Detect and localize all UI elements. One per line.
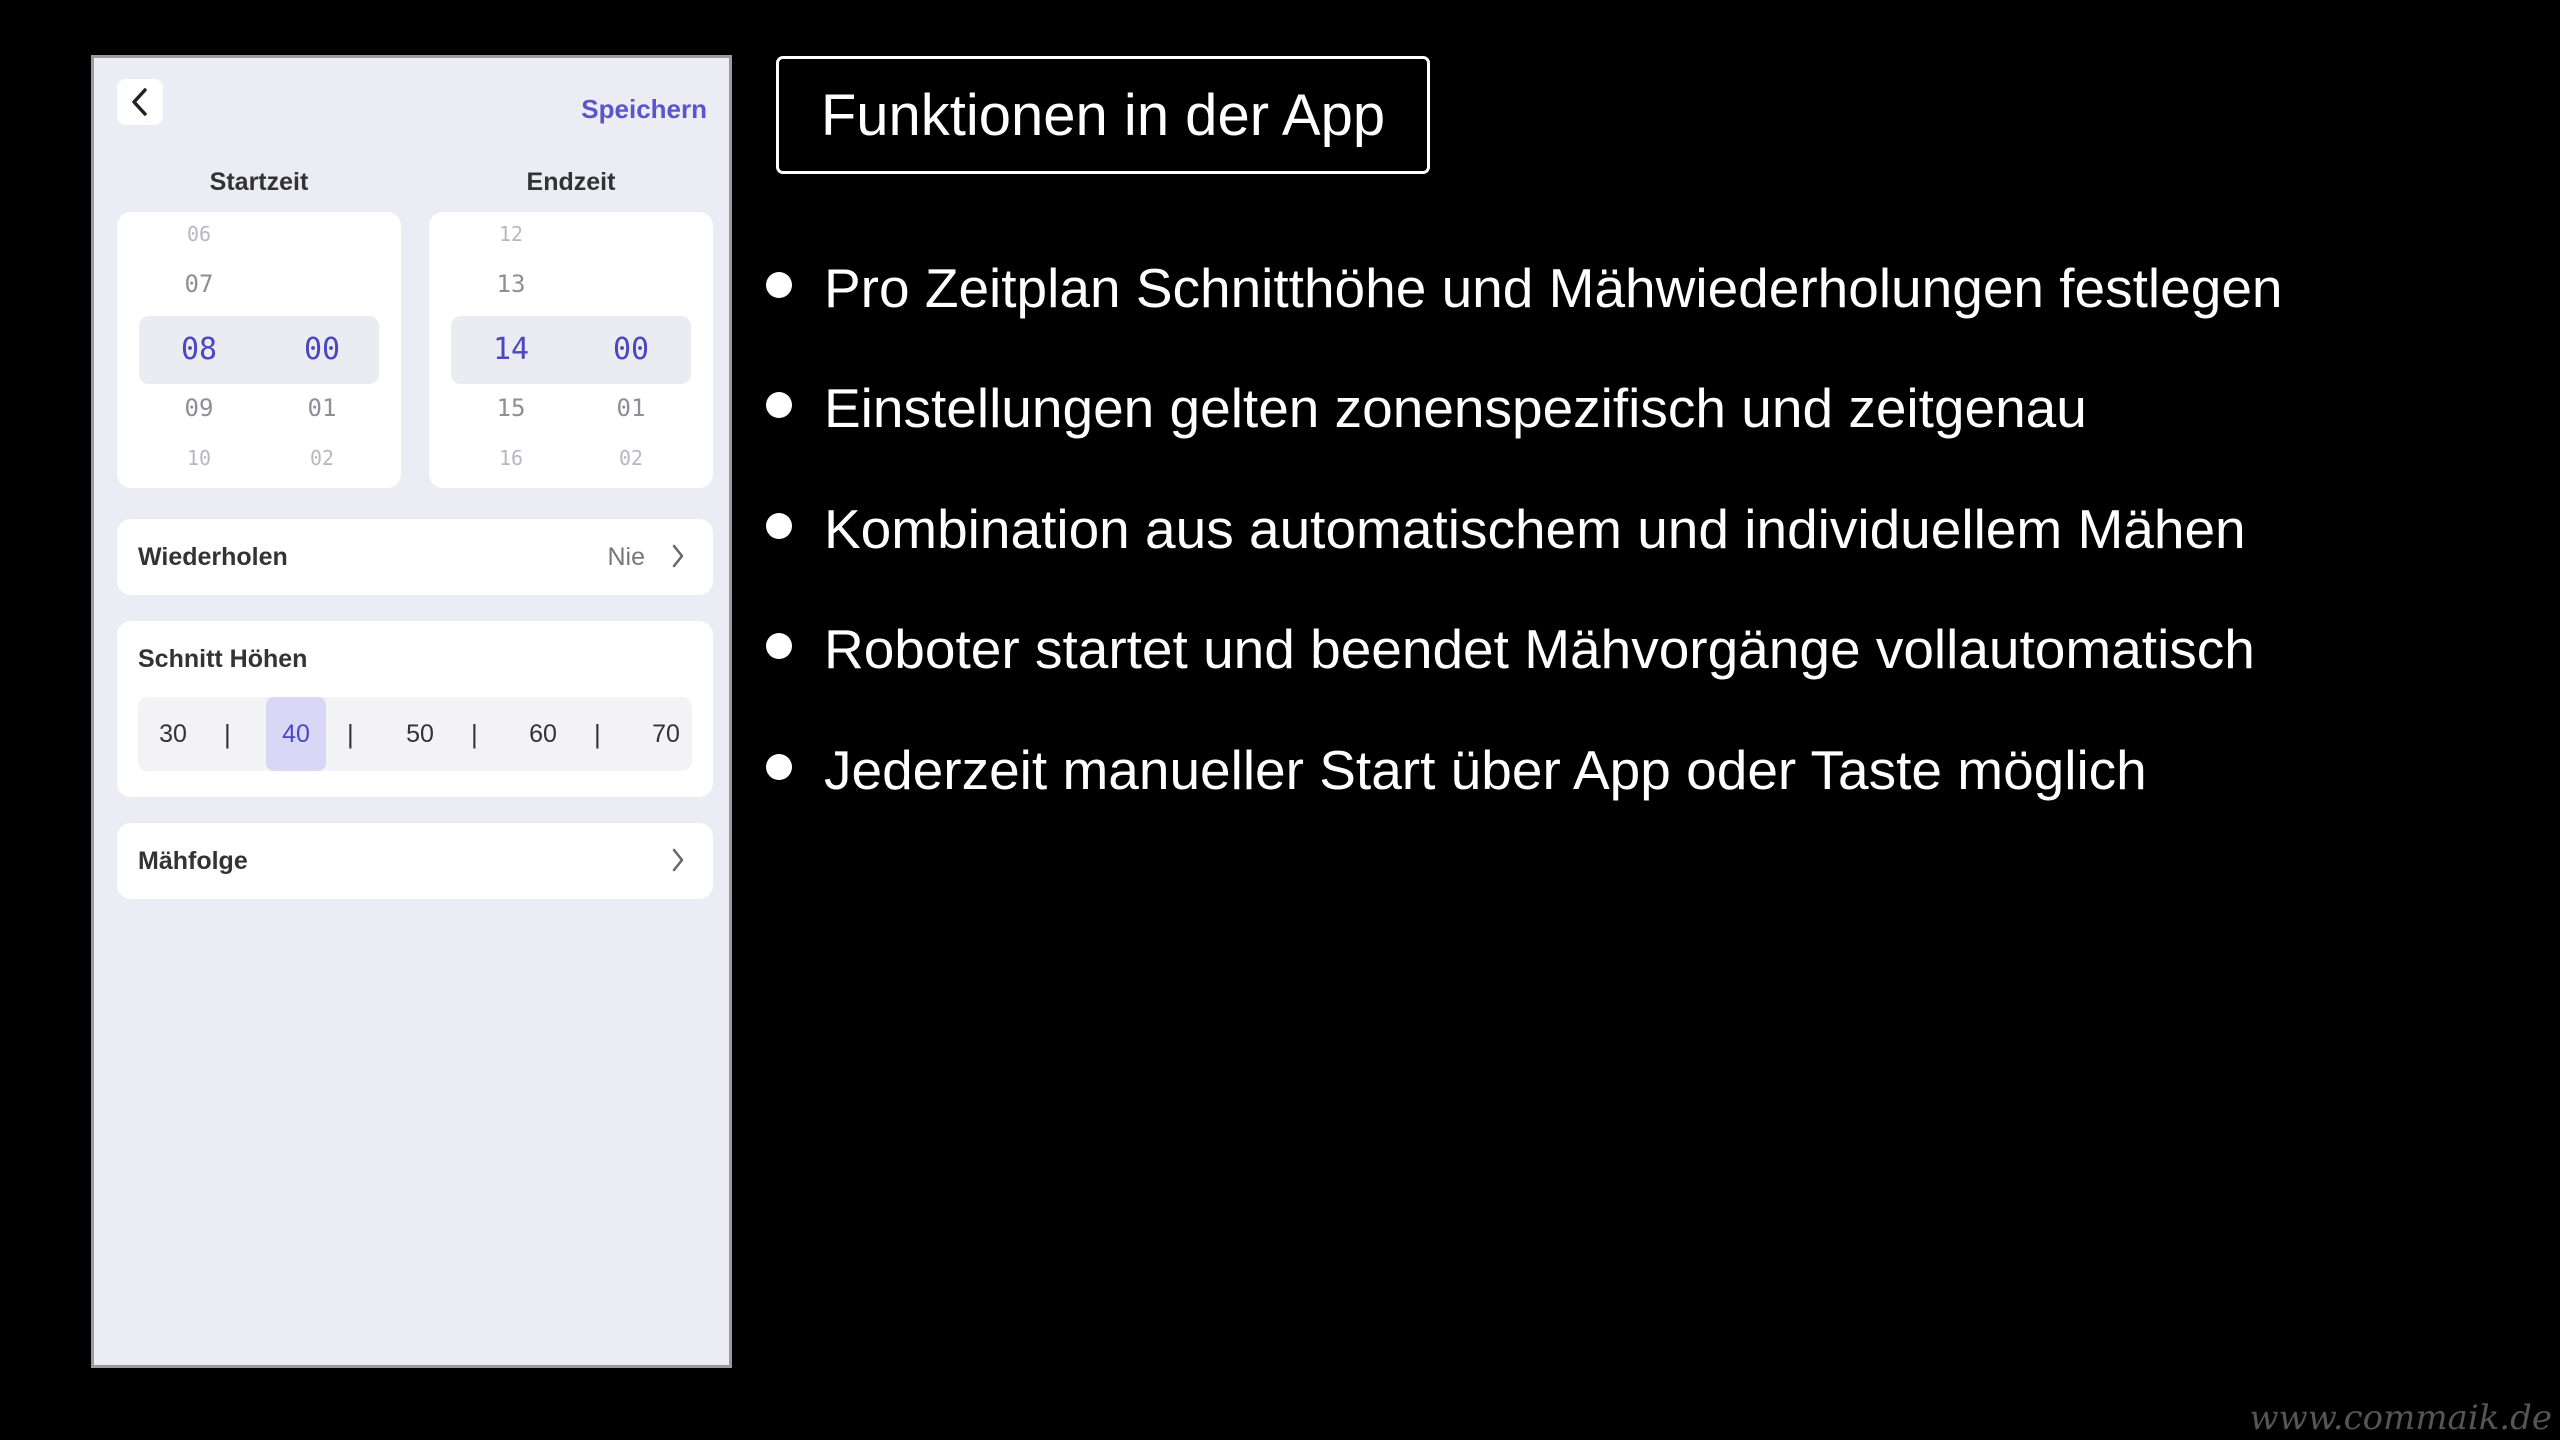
start-time-label: Startzeit bbox=[209, 168, 309, 196]
cut-height-option-60[interactable]: 60 bbox=[513, 697, 573, 771]
bullet-text: Roboter startet und beendet Mähvorgänge … bbox=[824, 618, 2255, 680]
picker-hour-option[interactable]: 07 bbox=[159, 270, 239, 298]
start-time-picker[interactable]: 06 07 08 09 10 00 01 02 bbox=[117, 212, 401, 488]
repeat-label: Wiederholen bbox=[138, 543, 288, 571]
app-screen: Speichern Startzeit Endzeit 06 07 08 09 … bbox=[91, 55, 732, 1368]
picker-hour-option[interactable]: 10 bbox=[159, 446, 239, 470]
picker-minute-option[interactable]: 02 bbox=[591, 446, 671, 470]
save-button[interactable]: Speichern bbox=[581, 94, 707, 125]
picker-hour-option[interactable]: 15 bbox=[471, 394, 551, 422]
slide-title: Funktionen in der App bbox=[776, 56, 1430, 174]
mow-order-label: Mähfolge bbox=[138, 847, 248, 875]
chevron-right-icon bbox=[672, 848, 684, 872]
picker-hour-option[interactable]: 16 bbox=[471, 446, 551, 470]
repeat-value: Nie bbox=[607, 543, 645, 571]
bullet-dot bbox=[766, 633, 792, 659]
picker-hour-option[interactable]: 06 bbox=[159, 222, 239, 246]
bullet-dot bbox=[766, 513, 792, 539]
end-time-label: Endzeit bbox=[526, 168, 616, 196]
mow-order-row[interactable]: Mähfolge bbox=[117, 823, 713, 899]
segment-separator: | bbox=[594, 719, 601, 749]
cut-height-selector: 30 | 40 | 50 | 60 | 70 bbox=[138, 697, 692, 771]
picker-hour-option[interactable]: 13 bbox=[471, 270, 551, 298]
watermark: www.commaik.de bbox=[2249, 1398, 2552, 1438]
segment-separator: | bbox=[347, 719, 354, 749]
bullet-text: Kombination aus automatischem und indivi… bbox=[824, 498, 2246, 560]
picker-minute-selected[interactable]: 00 bbox=[591, 332, 671, 367]
cut-height-option-30[interactable]: 30 bbox=[143, 697, 203, 771]
cut-height-option-50[interactable]: 50 bbox=[390, 697, 450, 771]
repeat-row[interactable]: Wiederholen Nie bbox=[117, 519, 713, 595]
bullet-dot bbox=[766, 392, 792, 418]
picker-minute-selected[interactable]: 00 bbox=[282, 332, 362, 367]
picker-hour-option[interactable]: 09 bbox=[159, 394, 239, 422]
end-time-picker[interactable]: 12 13 14 15 16 00 01 02 bbox=[429, 212, 713, 488]
picker-minute-option[interactable]: 01 bbox=[591, 394, 671, 422]
cut-height-option-40[interactable]: 40 bbox=[266, 697, 326, 771]
cut-height-label: Schnitt Höhen bbox=[138, 645, 308, 673]
cut-height-card: Schnitt Höhen 30 | 40 | 50 | 60 | 70 bbox=[117, 621, 713, 797]
bullet-dot bbox=[766, 754, 792, 780]
segment-separator: | bbox=[471, 719, 478, 749]
picker-minute-option[interactable]: 01 bbox=[282, 394, 362, 422]
chevron-right-icon bbox=[672, 544, 684, 568]
bullet-text: Jederzeit manueller Start über App oder … bbox=[824, 739, 2147, 801]
picker-hour-selected[interactable]: 08 bbox=[159, 332, 239, 367]
bullet-text: Pro Zeitplan Schnitthöhe und Mähwiederho… bbox=[824, 257, 2283, 319]
picker-hour-selected[interactable]: 14 bbox=[471, 332, 551, 367]
picker-minute-option[interactable]: 02 bbox=[282, 446, 362, 470]
back-button[interactable] bbox=[117, 79, 163, 125]
chevron-left-icon bbox=[132, 88, 147, 116]
bullet-dot bbox=[766, 272, 792, 298]
segment-separator: | bbox=[224, 719, 231, 749]
picker-hour-option[interactable]: 12 bbox=[471, 222, 551, 246]
bullet-text: Einstellungen gelten zonenspezifisch und… bbox=[824, 377, 2087, 439]
cut-height-option-70[interactable]: 70 bbox=[636, 697, 696, 771]
